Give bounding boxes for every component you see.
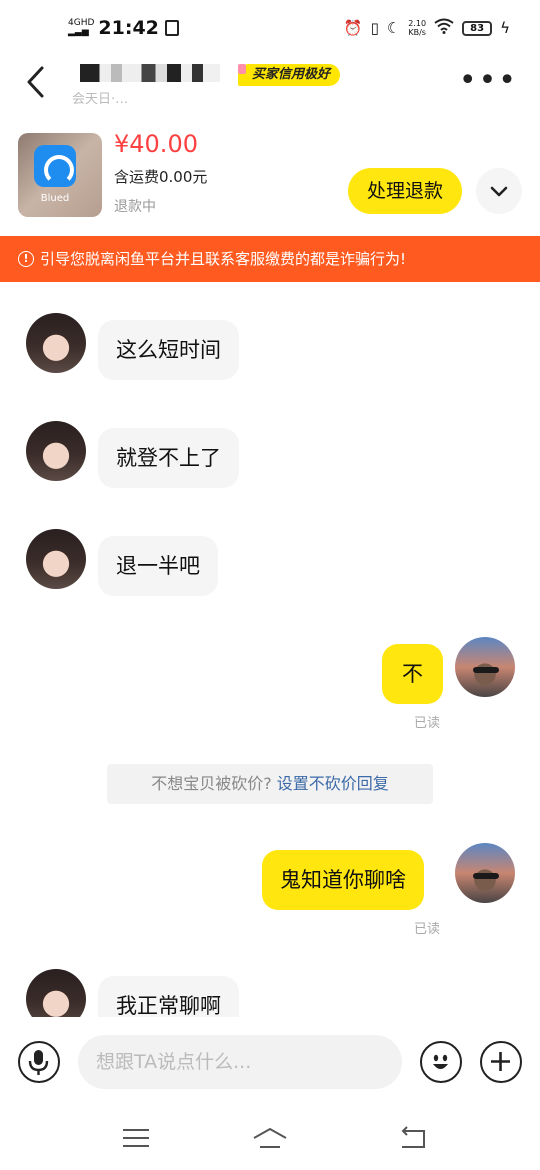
- product-image[interactable]: Blued: [18, 133, 102, 217]
- chevron-left-icon: [27, 66, 44, 98]
- no-bargain-tip: 不想宝贝被砍价? 设置不砍价回复: [107, 764, 433, 804]
- moon-icon: ☾: [386, 19, 401, 37]
- signal-icon: ▂▃▅: [68, 27, 89, 37]
- contact-avatar[interactable]: [26, 529, 86, 589]
- back-button[interactable]: [22, 64, 52, 100]
- status-bar: 4GHD ▂▃▅ 21:42 ⏰ ▯ ☾ 2.10 KB/s 83 ϟ: [0, 0, 540, 56]
- battery-icon: 83: [462, 20, 493, 36]
- chevron-down-icon: [490, 186, 508, 197]
- shipping-fee: 含运费0.00元: [114, 168, 208, 186]
- contact-avatar[interactable]: [26, 969, 86, 1017]
- read-receipt: 已读: [414, 922, 441, 937]
- vibrate-icon: ▯: [370, 19, 379, 37]
- product-card[interactable]: Blued ¥40.00 含运费0.00元 退款中 处理退款: [0, 118, 540, 236]
- outgoing-message[interactable]: 鬼知道你聊啥: [262, 850, 424, 910]
- notification-icon: [164, 20, 179, 36]
- order-status: 退款中: [114, 199, 156, 215]
- incoming-message[interactable]: 就登不上了: [98, 428, 239, 488]
- warning-icon: !: [18, 251, 34, 267]
- speed-unit: KB/s: [408, 28, 426, 37]
- network-speed: 2.10 KB/s: [408, 19, 426, 37]
- contact-subtitle: 会天日·…: [72, 92, 129, 107]
- charging-icon: ϟ: [500, 19, 510, 37]
- expand-button[interactable]: [476, 168, 522, 214]
- more-options-button[interactable]: •••: [459, 66, 518, 96]
- my-avatar[interactable]: [455, 843, 515, 903]
- wifi-icon: [434, 18, 454, 38]
- menu-icon: [123, 1129, 149, 1147]
- warning-text: 引导您脱离闲鱼平台并且联系客服缴费的都是诈骗行为!: [40, 250, 407, 268]
- more-actions-button[interactable]: [480, 1041, 522, 1083]
- system-nav-bar: [0, 1107, 540, 1170]
- contact-avatar[interactable]: [26, 313, 86, 373]
- handle-refund-button[interactable]: 处理退款: [348, 168, 462, 214]
- home-icon: [253, 1127, 287, 1148]
- product-price: ¥40.00: [114, 130, 198, 158]
- blued-logo-icon: [34, 145, 76, 187]
- emoji-button[interactable]: [420, 1041, 462, 1083]
- input-bar: [0, 1017, 540, 1107]
- my-avatar[interactable]: [455, 637, 515, 697]
- product-logo-label: Blued: [40, 193, 70, 204]
- credit-badge: 买家信用极好: [238, 64, 341, 86]
- voice-button[interactable]: [18, 1041, 60, 1083]
- chat-area[interactable]: 这么短时间 就登不上了 退一半吧 不 已读 不想宝贝被砍价? 设置不砍价回复 鬼…: [0, 282, 540, 1017]
- microphone-icon: [28, 1050, 49, 1075]
- contact-avatar[interactable]: [26, 421, 86, 481]
- menu-nav-button[interactable]: [119, 1125, 153, 1151]
- contact-name-redacted[interactable]: [80, 64, 220, 82]
- fraud-warning-banner: ! 引导您脱离闲鱼平台并且联系客服缴费的都是诈骗行为!: [0, 236, 540, 282]
- tip-text: 不想宝贝被砍价?: [151, 774, 272, 793]
- clock: 21:42: [98, 17, 159, 39]
- incoming-message[interactable]: 退一半吧: [98, 536, 218, 596]
- read-receipt: 已读: [414, 716, 441, 731]
- smiley-icon: [433, 1054, 448, 1069]
- incoming-message[interactable]: 这么短时间: [98, 320, 239, 380]
- return-icon: [401, 1126, 425, 1148]
- alarm-icon: ⏰: [343, 19, 363, 37]
- network-indicator: 4GHD ▂▃▅: [68, 19, 94, 37]
- chat-header: 会天日·… 买家信用极好 •••: [0, 56, 540, 118]
- set-no-bargain-reply-link[interactable]: 设置不砍价回复: [277, 774, 389, 793]
- back-nav-button[interactable]: [396, 1125, 430, 1151]
- incoming-message[interactable]: 我正常聊啊: [98, 976, 239, 1017]
- outgoing-message[interactable]: 不: [382, 644, 443, 704]
- speed-value: 2.10: [408, 19, 427, 28]
- home-nav-button[interactable]: [252, 1125, 287, 1151]
- message-input[interactable]: [78, 1035, 402, 1089]
- plus-icon: [491, 1052, 510, 1071]
